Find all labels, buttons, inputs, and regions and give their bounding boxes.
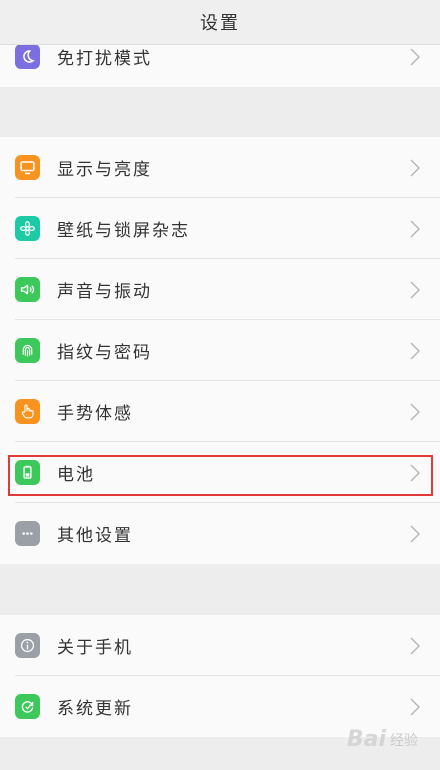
chevron-right-icon bbox=[410, 698, 420, 715]
display-icon bbox=[15, 155, 40, 180]
settings-item-label: 壁纸与锁屏杂志 bbox=[57, 221, 190, 241]
chevron-right-icon bbox=[410, 220, 420, 237]
settings-item-label: 显示与亮度 bbox=[57, 160, 152, 180]
battery-icon bbox=[15, 460, 40, 485]
page-title: 设置 bbox=[200, 13, 240, 34]
settings-item-label: 声音与振动 bbox=[57, 282, 152, 302]
settings-item-label: 手势体感 bbox=[57, 404, 133, 424]
watermark: Bai 经验 bbox=[347, 727, 418, 752]
settings-group-2: 显示与亮度 壁纸与锁屏杂志 声音与振动 指纹与密码 手势体感 电池 其他设置 bbox=[0, 137, 440, 564]
chevron-right-icon bbox=[410, 159, 420, 176]
settings-item-label: 关于手机 bbox=[57, 638, 133, 658]
flower-icon bbox=[15, 216, 40, 241]
chevron-right-icon bbox=[410, 525, 420, 542]
settings-item-battery[interactable]: 电池 bbox=[0, 442, 440, 503]
more-icon bbox=[15, 521, 40, 546]
settings-item-label: 电池 bbox=[57, 465, 95, 485]
chevron-right-icon bbox=[410, 637, 420, 654]
chevron-right-icon bbox=[410, 281, 420, 298]
settings-item-other[interactable]: 其他设置 bbox=[0, 503, 440, 564]
settings-item-label: 系统更新 bbox=[57, 699, 133, 719]
settings-group-3: 关于手机 系统更新 bbox=[0, 615, 440, 737]
chevron-right-icon bbox=[410, 464, 420, 481]
settings-item-fingerprint[interactable]: 指纹与密码 bbox=[0, 320, 440, 381]
header-bar: 设置 bbox=[0, 0, 440, 45]
fingerprint-icon bbox=[15, 338, 40, 363]
speaker-icon bbox=[15, 277, 40, 302]
settings-item-label: 其他设置 bbox=[57, 526, 133, 546]
chevron-right-icon bbox=[410, 342, 420, 359]
settings-item-label: 免打扰模式 bbox=[57, 49, 152, 69]
chevron-right-icon bbox=[410, 403, 420, 420]
chevron-right-icon bbox=[410, 48, 420, 65]
update-icon bbox=[15, 694, 40, 719]
settings-item-display[interactable]: 显示与亮度 bbox=[0, 137, 440, 198]
watermark-suffix: 经验 bbox=[390, 732, 418, 749]
settings-item-sound[interactable]: 声音与振动 bbox=[0, 259, 440, 320]
moon-icon bbox=[15, 44, 40, 69]
info-icon bbox=[15, 633, 40, 658]
settings-item-gesture[interactable]: 手势体感 bbox=[0, 381, 440, 442]
settings-item-label: 指纹与密码 bbox=[57, 343, 152, 363]
hand-icon bbox=[15, 399, 40, 424]
settings-item-wallpaper[interactable]: 壁纸与锁屏杂志 bbox=[0, 198, 440, 259]
watermark-brand: Bai bbox=[346, 727, 386, 752]
settings-item-about[interactable]: 关于手机 bbox=[0, 615, 440, 676]
